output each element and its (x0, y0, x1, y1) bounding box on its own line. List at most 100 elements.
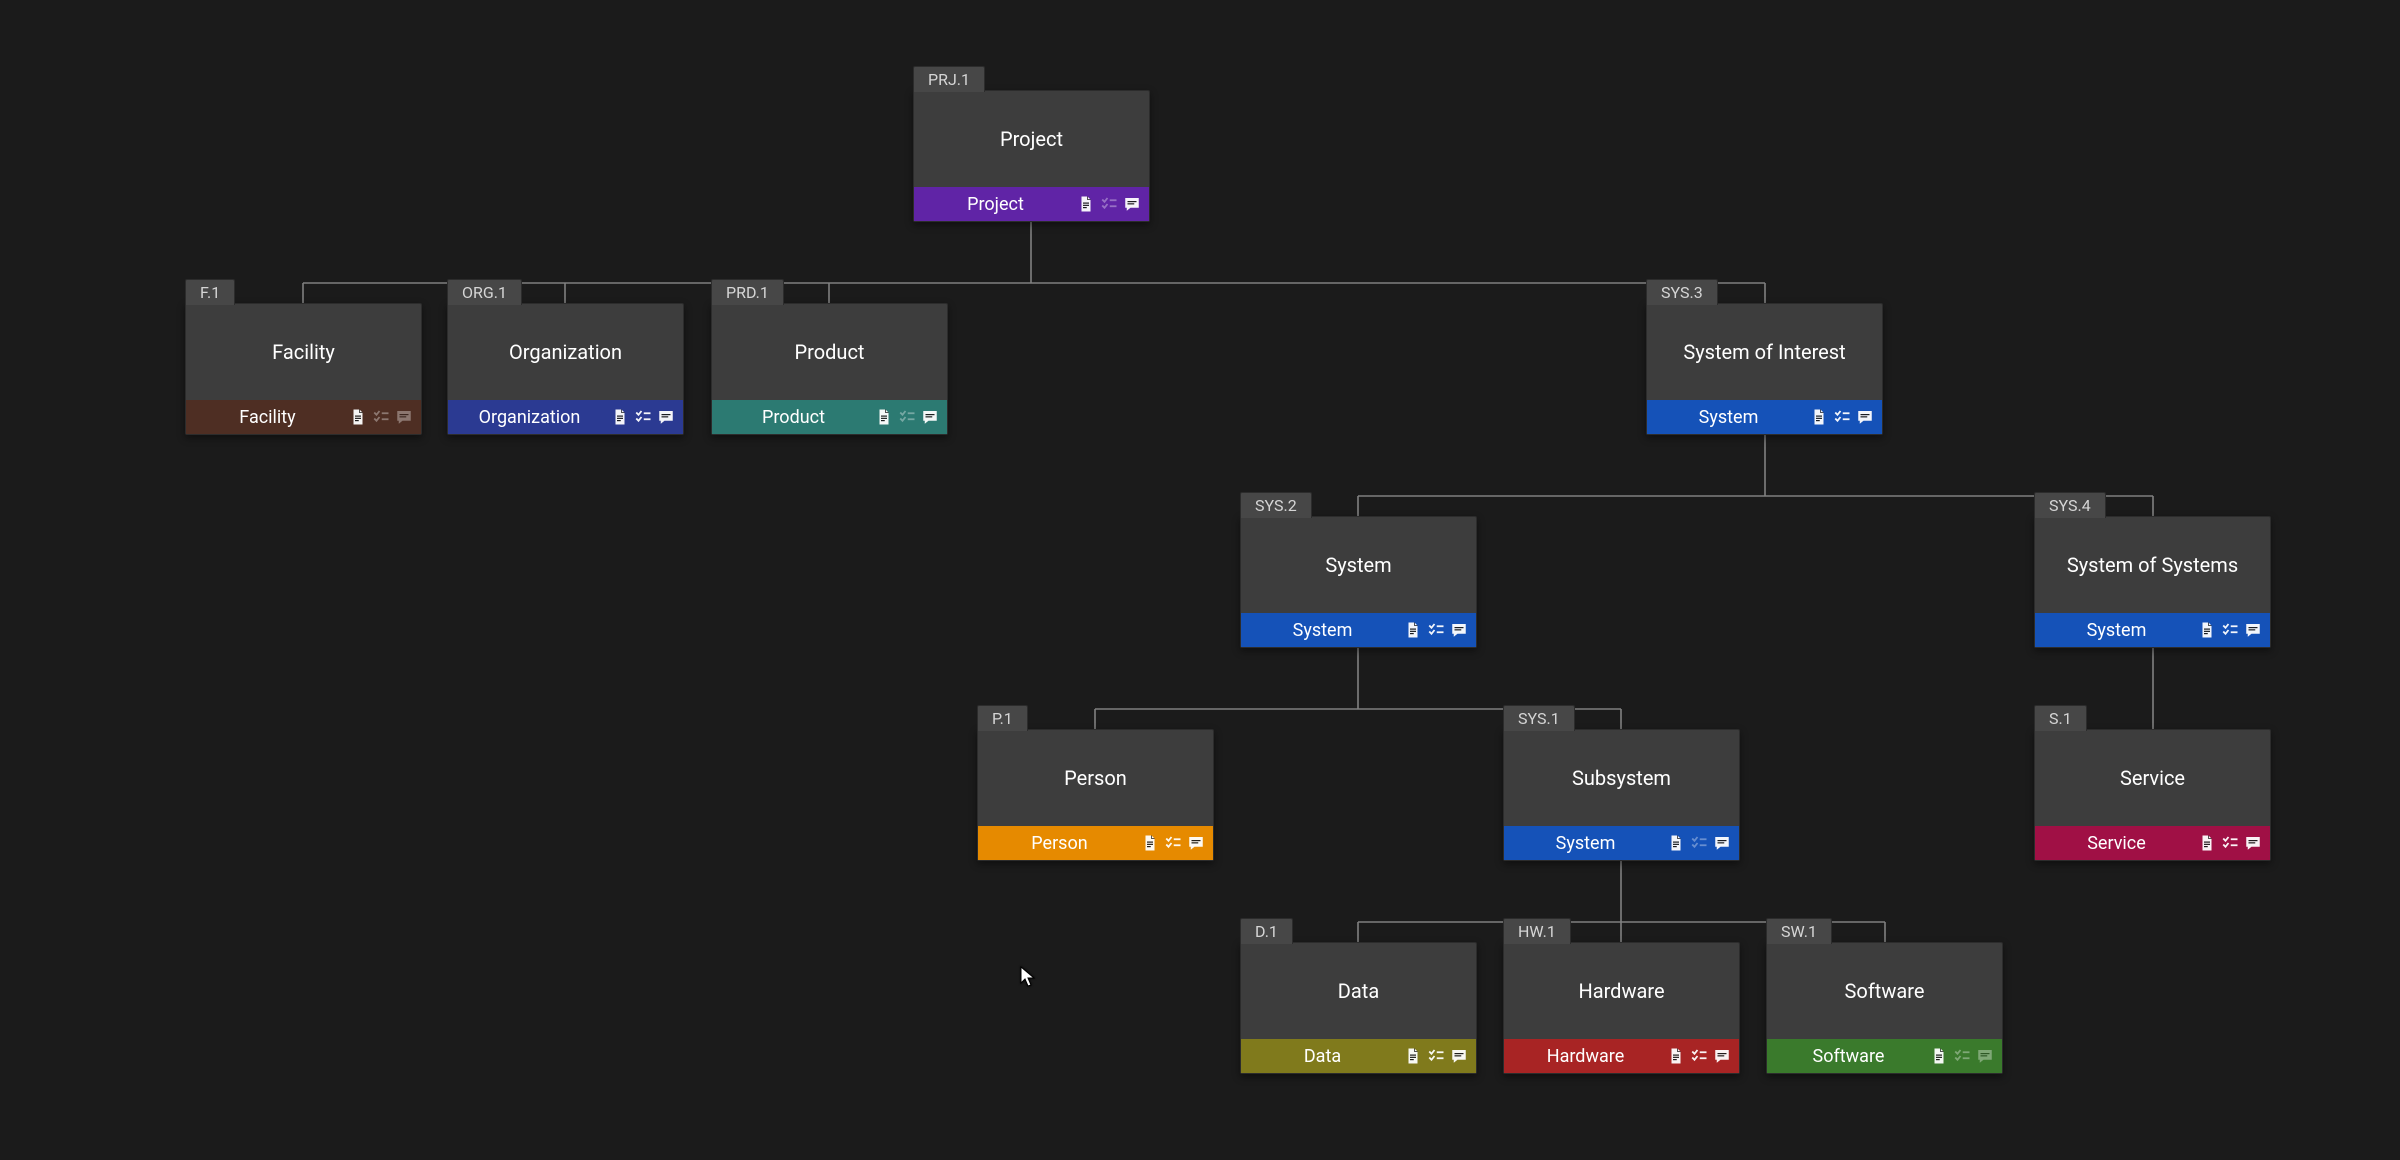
document-icon[interactable] (1667, 1047, 1685, 1065)
checklist-icon[interactable] (372, 408, 390, 426)
node-title: Person (978, 730, 1213, 826)
node-footer: System (1647, 400, 1882, 434)
document-icon[interactable] (1404, 621, 1422, 639)
node-type-label: System (1504, 833, 1667, 854)
node-footer: System (2035, 613, 2270, 647)
node-title: System of Systems (2035, 517, 2270, 613)
notes-icon[interactable] (1713, 1047, 1731, 1065)
notes-icon[interactable] (921, 408, 939, 426)
node-action-icons[interactable] (1667, 1047, 1731, 1065)
checklist-icon[interactable] (1953, 1047, 1971, 1065)
node-system-of-interest[interactable]: SYS.3 System of Interest System (1646, 303, 1883, 435)
document-icon[interactable] (1810, 408, 1828, 426)
node-type-label: Hardware (1504, 1046, 1667, 1067)
node-organization[interactable]: ORG.1 Organization Organization (447, 303, 684, 435)
checklist-icon[interactable] (898, 408, 916, 426)
node-id-tab: D.1 (1240, 918, 1293, 944)
document-icon[interactable] (2198, 621, 2216, 639)
node-data[interactable]: D.1 Data Data (1240, 942, 1477, 1074)
node-footer: Facility (186, 400, 421, 434)
node-type-label: System (2035, 620, 2198, 641)
node-action-icons[interactable] (2198, 834, 2262, 852)
notes-icon[interactable] (1856, 408, 1874, 426)
node-action-icons[interactable] (1810, 408, 1874, 426)
node-footer: Data (1241, 1039, 1476, 1073)
node-system-of-systems[interactable]: SYS.4 System of Systems System (2034, 516, 2271, 648)
checklist-icon[interactable] (1164, 834, 1182, 852)
node-action-icons[interactable] (2198, 621, 2262, 639)
notes-icon[interactable] (1450, 1047, 1468, 1065)
node-footer: System (1241, 613, 1476, 647)
node-service[interactable]: S.1 Service Service (2034, 729, 2271, 861)
notes-icon[interactable] (657, 408, 675, 426)
node-title: Project (914, 91, 1149, 187)
document-icon[interactable] (1930, 1047, 1948, 1065)
node-id-tab: HW.1 (1503, 918, 1571, 944)
notes-icon[interactable] (2244, 621, 2262, 639)
node-action-icons[interactable] (1404, 1047, 1468, 1065)
node-footer: Organization (448, 400, 683, 434)
checklist-icon[interactable] (1427, 1047, 1445, 1065)
node-type-label: System (1241, 620, 1404, 641)
node-id-tab: PRD.1 (711, 279, 784, 305)
node-action-icons[interactable] (875, 408, 939, 426)
checklist-icon[interactable] (1690, 1047, 1708, 1065)
notes-icon[interactable] (1123, 195, 1141, 213)
node-software[interactable]: SW.1 Software Software (1766, 942, 2003, 1074)
document-icon[interactable] (2198, 834, 2216, 852)
document-icon[interactable] (1077, 195, 1095, 213)
node-action-icons[interactable] (1667, 834, 1731, 852)
node-action-icons[interactable] (1141, 834, 1205, 852)
node-hardware[interactable]: HW.1 Hardware Hardware (1503, 942, 1740, 1074)
node-project[interactable]: PRJ.1 Project Project (913, 90, 1150, 222)
diagram-canvas[interactable]: { "nodes":{ "prj1":{"id":"PRJ.1","title"… (0, 0, 2400, 1160)
node-title: Data (1241, 943, 1476, 1039)
node-id-tab: SYS.4 (2034, 492, 2106, 518)
notes-icon[interactable] (2244, 834, 2262, 852)
checklist-icon[interactable] (634, 408, 652, 426)
node-subsystem[interactable]: SYS.1 Subsystem System (1503, 729, 1740, 861)
node-type-label: System (1647, 407, 1810, 428)
document-icon[interactable] (1667, 834, 1685, 852)
node-title: Facility (186, 304, 421, 400)
node-id-tab: SYS.1 (1503, 705, 1575, 731)
document-icon[interactable] (1141, 834, 1159, 852)
node-type-label: Software (1767, 1046, 1930, 1067)
checklist-icon[interactable] (2221, 621, 2239, 639)
document-icon[interactable] (611, 408, 629, 426)
node-action-icons[interactable] (1077, 195, 1141, 213)
document-icon[interactable] (349, 408, 367, 426)
notes-icon[interactable] (1976, 1047, 1994, 1065)
node-title: Hardware (1504, 943, 1739, 1039)
node-action-icons[interactable] (1930, 1047, 1994, 1065)
notes-icon[interactable] (395, 408, 413, 426)
notes-icon[interactable] (1187, 834, 1205, 852)
node-title: Service (2035, 730, 2270, 826)
node-id-tab: SYS.2 (1240, 492, 1312, 518)
node-type-label: Project (914, 194, 1077, 215)
node-product[interactable]: PRD.1 Product Product (711, 303, 948, 435)
notes-icon[interactable] (1450, 621, 1468, 639)
document-icon[interactable] (1404, 1047, 1422, 1065)
node-type-label: Person (978, 833, 1141, 854)
checklist-icon[interactable] (1833, 408, 1851, 426)
checklist-icon[interactable] (2221, 834, 2239, 852)
node-title: System (1241, 517, 1476, 613)
document-icon[interactable] (875, 408, 893, 426)
node-system[interactable]: SYS.2 System System (1240, 516, 1477, 648)
node-type-label: Facility (186, 407, 349, 428)
node-person[interactable]: P.1 Person Person (977, 729, 1214, 861)
node-footer: Person (978, 826, 1213, 860)
checklist-icon[interactable] (1427, 621, 1445, 639)
node-facility[interactable]: F.1 Facility Facility (185, 303, 422, 435)
node-id-tab: P.1 (977, 705, 1028, 731)
node-id-tab: S.1 (2034, 705, 2087, 731)
node-footer: Software (1767, 1039, 2002, 1073)
node-action-icons[interactable] (611, 408, 675, 426)
node-action-icons[interactable] (349, 408, 413, 426)
node-action-icons[interactable] (1404, 621, 1468, 639)
checklist-icon[interactable] (1690, 834, 1708, 852)
notes-icon[interactable] (1713, 834, 1731, 852)
checklist-icon[interactable] (1100, 195, 1118, 213)
node-type-label: Service (2035, 833, 2198, 854)
